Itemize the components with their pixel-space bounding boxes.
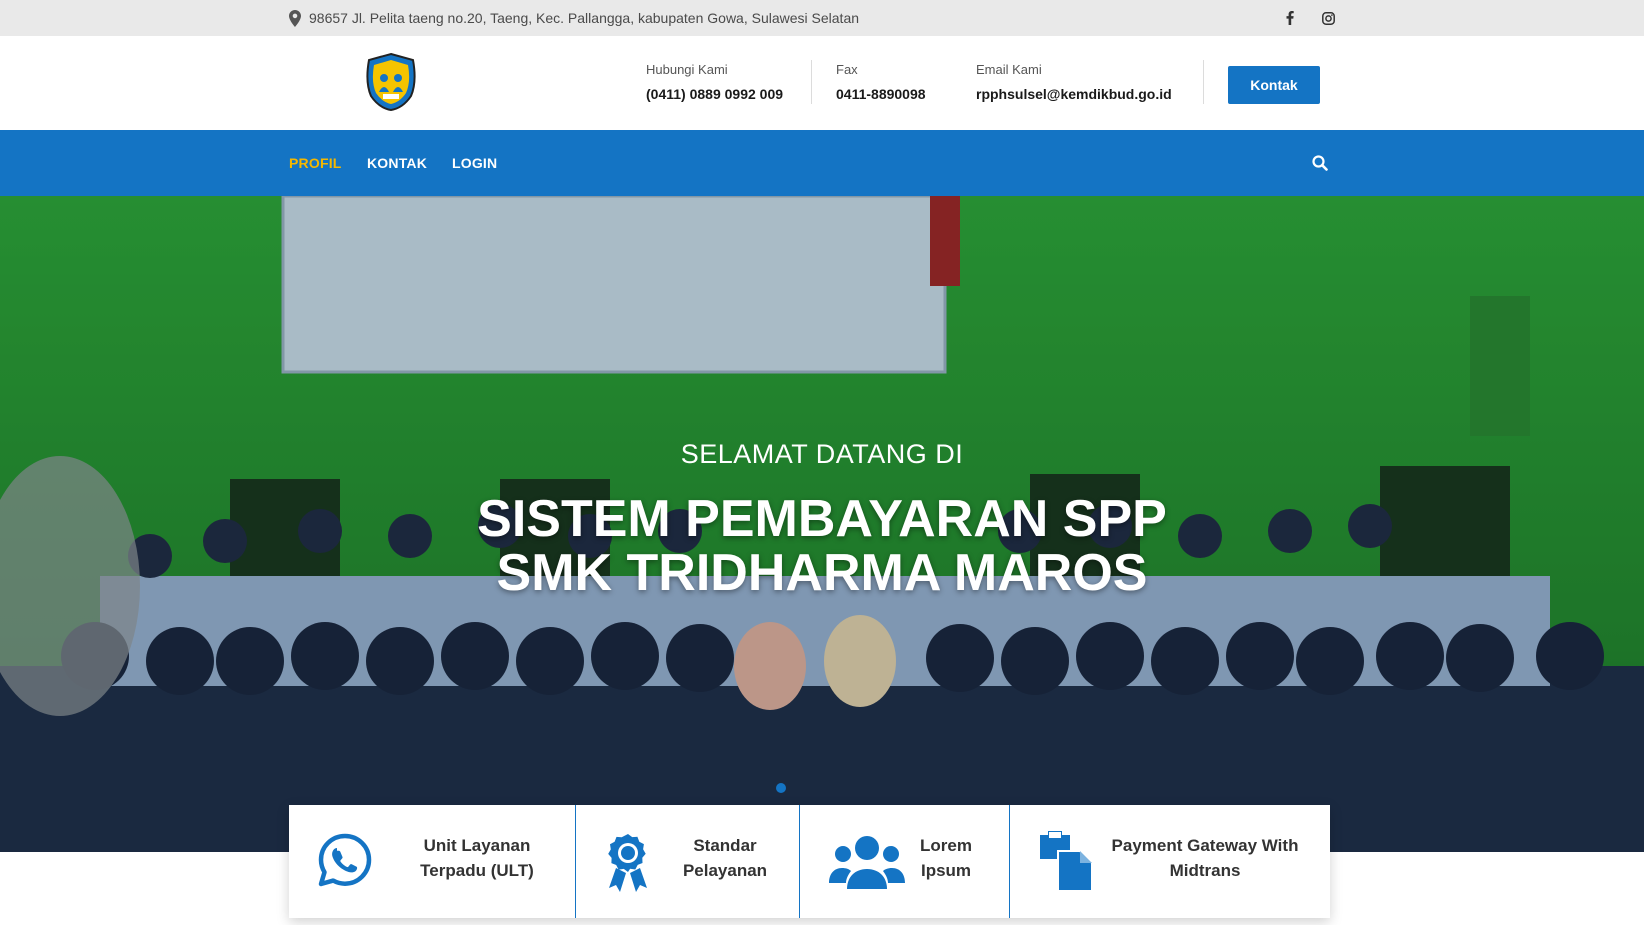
map-marker-icon [289, 9, 301, 27]
hero-welcome-text: SELAMAT DATANG DI [680, 439, 964, 469]
hero-title-line: SMK TRIDHARMA MAROS [496, 544, 1148, 602]
feature-label-line: Standar [693, 836, 757, 855]
school-logo[interactable] [361, 52, 421, 112]
hero-title: SISTEM PEMBAYARAN SPP SMK TRIDHARMA MARO… [0, 492, 1644, 600]
feature-label-line: Terpadu (ULT) [420, 861, 534, 880]
feature-boxes: Unit Layanan Terpadu (ULT) Standar Pelay… [289, 805, 1330, 918]
hero-slider: SELAMAT DATANG DI SISTEM PEMBAYARAN SPP … [0, 196, 1644, 852]
nav-item-profil[interactable]: PROFIL [289, 130, 342, 196]
feature-label: Unit Layanan Terpadu (ULT) [397, 833, 557, 883]
feature-label: Payment Gateway With Midtrans [1100, 833, 1310, 883]
nav-item-kontak[interactable]: KONTAK [367, 130, 427, 196]
site-header: Hubungi Kami (0411) 0889 0992 009 Fax 04… [0, 36, 1644, 130]
hero-title-line: SISTEM PEMBAYARAN SPP [477, 490, 1167, 548]
kontak-button[interactable]: Kontak [1228, 66, 1320, 104]
feature-label: Lorem Ipsum [916, 833, 976, 883]
address-text: 98657 Jl. Pelita taeng no.20, Taeng, Kec… [309, 10, 860, 26]
feature-label-line: Midtrans [1169, 861, 1241, 880]
feature-label-line: Payment Gateway With [1111, 836, 1299, 855]
divider [1203, 60, 1204, 104]
feature-payment-gateway[interactable]: Payment Gateway With Midtrans [1010, 805, 1330, 918]
feature-ult[interactable]: Unit Layanan Terpadu (ULT) [289, 805, 576, 918]
award-icon [608, 834, 647, 892]
instagram-icon[interactable] [1318, 8, 1338, 28]
feature-standar[interactable]: Standar Pelayanan [576, 805, 800, 918]
facebook-icon[interactable] [1280, 8, 1300, 28]
top-bar: 98657 Jl. Pelita taeng no.20, Taeng, Kec… [0, 0, 1644, 36]
clipboard-icon [1040, 831, 1093, 891]
main-nav: PROFIL KONTAK LOGIN [0, 130, 1644, 196]
feature-label-line: Pelayanan [682, 861, 768, 880]
feature-label-line: Unit Layanan [423, 836, 531, 855]
contact-email-value[interactable]: rpphsulsel@kemdikbud.go.id [976, 86, 1172, 102]
divider [811, 60, 812, 104]
search-icon[interactable] [1310, 153, 1330, 173]
nav-item-login[interactable]: LOGIN [452, 130, 497, 196]
contact-email-label: Email Kami [976, 62, 1042, 77]
address: 98657 Jl. Pelita taeng no.20, Taeng, Kec… [289, 0, 859, 36]
whatsapp-icon [318, 833, 372, 887]
feature-lorem[interactable]: Lorem Ipsum [800, 805, 1010, 918]
contact-phone-value[interactable]: (0411) 0889 0992 009 [646, 86, 783, 102]
users-icon [829, 836, 905, 889]
contact-fax-value: 0411-8890098 [836, 86, 926, 102]
feature-label: Standar Pelayanan [670, 833, 780, 883]
slider-dot[interactable] [776, 783, 786, 793]
contact-email: Email Kami rpphsulsel@kemdikbud.go.id [976, 62, 1172, 102]
contact-phone-label: Hubungi Kami [646, 62, 728, 77]
social-links [1280, 8, 1338, 28]
feature-label-line: Ipsum [920, 861, 972, 880]
contact-fax: Fax 0411-8890098 [836, 62, 926, 102]
contact-phone: Hubungi Kami (0411) 0889 0992 009 [646, 62, 783, 102]
feature-label-line: Lorem [920, 836, 972, 855]
contact-fax-label: Fax [836, 62, 858, 77]
